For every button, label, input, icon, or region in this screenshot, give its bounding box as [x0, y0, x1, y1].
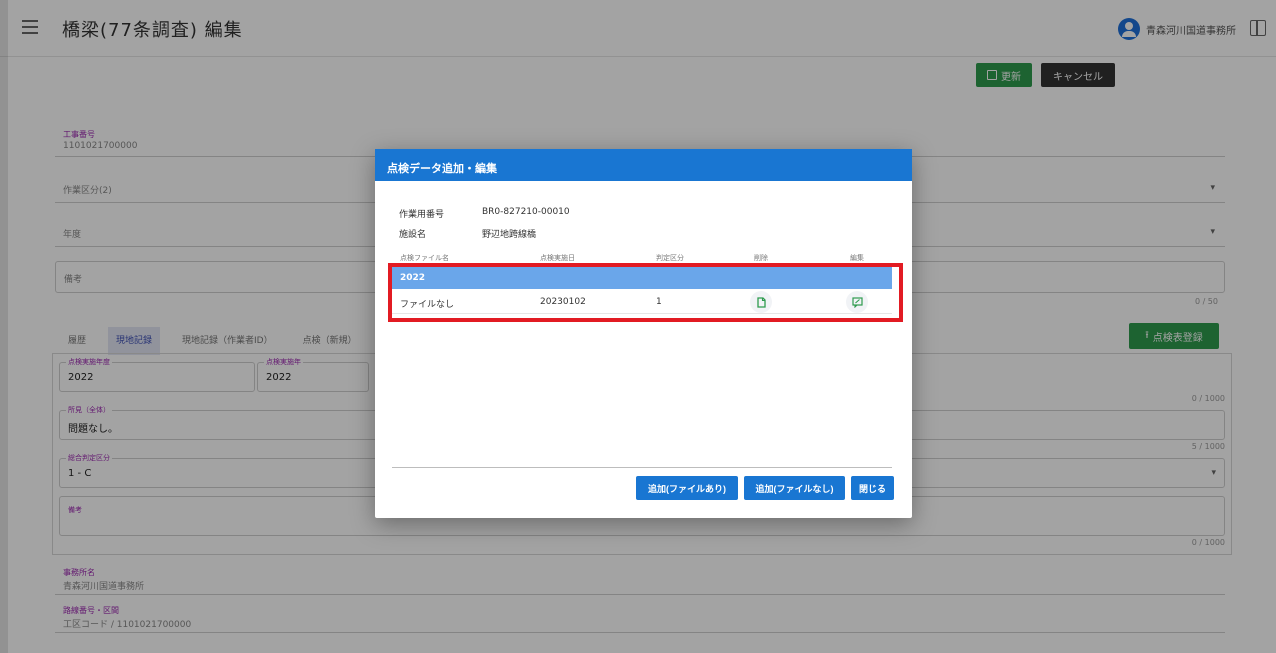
- close-button[interactable]: 閉じる: [851, 476, 894, 500]
- column-header-date: 点検実施日: [540, 254, 575, 262]
- column-header-delete: 削除: [754, 254, 768, 262]
- work-number-value: BR0-827210-00010: [482, 207, 570, 217]
- facility-name-value: 野辺地跨線橋: [482, 230, 537, 240]
- add-without-file-button[interactable]: 追加(ファイルなし): [744, 476, 845, 500]
- facility-name-row: 施設名 野辺地跨線橋: [399, 227, 536, 240]
- highlight-box: [388, 263, 903, 322]
- column-header-file: 点検ファイル名: [400, 254, 449, 262]
- left-edge-shadow: [0, 0, 8, 653]
- dialog-divider: [392, 467, 892, 468]
- column-header-edit: 編集: [850, 254, 864, 262]
- dialog-title: 点検データ追加・編集: [375, 149, 912, 181]
- work-number-label: 作業用番号: [399, 210, 445, 220]
- add-with-file-button[interactable]: 追加(ファイルあり): [636, 476, 738, 500]
- work-number-row: 作業用番号 BR0-827210-00010: [399, 207, 570, 220]
- column-header-judgement: 判定区分: [656, 254, 684, 262]
- facility-name-label: 施設名: [399, 230, 427, 240]
- inspection-data-dialog: 点検データ追加・編集 作業用番号 BR0-827210-00010 施設名 野辺…: [375, 149, 912, 518]
